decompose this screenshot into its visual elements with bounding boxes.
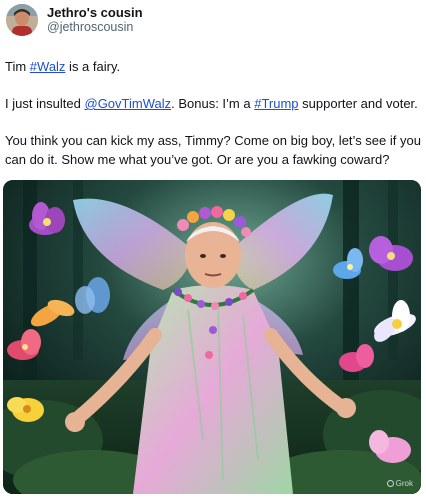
tweet-line-2: I just insulted @GovTimWalz. Bonus: I’m … bbox=[5, 94, 423, 113]
tweet-line-3: You think you can kick my ass, Timmy? Co… bbox=[5, 133, 421, 167]
hashtag-walz-link[interactable]: #Walz bbox=[30, 59, 66, 74]
user-handle[interactable]: @jethroscousin bbox=[47, 20, 143, 35]
tweet-text: Tim #Walz is a fairy. I just insulted @G… bbox=[5, 57, 423, 169]
image-watermark: Grok bbox=[386, 479, 413, 488]
avatar[interactable] bbox=[6, 4, 38, 36]
line2-suffix: supporter and voter. bbox=[298, 96, 418, 111]
line1-prefix: Tim bbox=[5, 59, 30, 74]
tweet-header: Jethro's cousin @jethroscousin bbox=[6, 3, 143, 37]
tweet-line-1: Tim #Walz is a fairy. bbox=[5, 57, 423, 76]
watermark-text: Grok bbox=[395, 479, 413, 488]
line2-middle: . Bonus: I’m a bbox=[171, 96, 255, 111]
tweet-media-image[interactable]: Grok bbox=[3, 180, 421, 494]
hashtag-trump-link[interactable]: #Trump bbox=[254, 96, 298, 111]
grok-icon bbox=[386, 480, 394, 487]
avatar-image bbox=[6, 4, 38, 36]
line2-prefix: I just insulted bbox=[5, 96, 85, 111]
display-name[interactable]: Jethro's cousin bbox=[47, 5, 143, 20]
fairy-illustration bbox=[3, 180, 421, 494]
mention-govtimwalz-link[interactable]: @GovTimWalz bbox=[85, 96, 172, 111]
user-names: Jethro's cousin @jethroscousin bbox=[47, 5, 143, 35]
line1-suffix: is a fairy. bbox=[65, 59, 121, 74]
fairy-head bbox=[185, 222, 241, 288]
